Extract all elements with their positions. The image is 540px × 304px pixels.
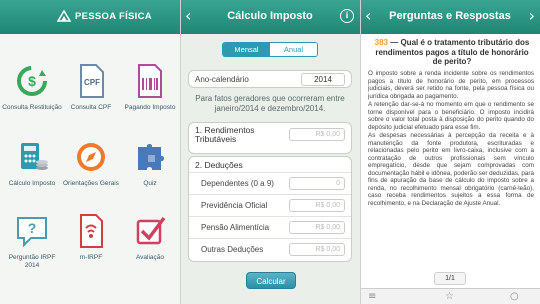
year-row: Ano-calendário 2014 [188, 70, 352, 88]
calc-title: Cálculo Imposto [227, 10, 313, 22]
divider [189, 194, 351, 195]
search-icon[interactable]: ○ [510, 291, 519, 302]
tile-label: Perguntão IRPF 2014 [8, 254, 56, 269]
forward-icon[interactable]: › [529, 6, 535, 25]
svg-text:?: ? [28, 220, 37, 236]
svg-text:CPF: CPF [84, 78, 100, 87]
tile-label: Cálculo Imposto [8, 180, 56, 187]
tile-label: Consulta CPF [70, 104, 112, 111]
divider [189, 238, 351, 239]
cpf-icon: CPF [80, 64, 104, 98]
question-number: 383 [374, 38, 388, 47]
home-header: PESSOA FÍSICA [0, 0, 180, 34]
calcular-button[interactable]: Calcular [246, 272, 296, 289]
tile-perguntao-irpf[interactable]: ? Perguntão IRPF 2014 [2, 212, 62, 270]
divider [189, 172, 351, 173]
page-indicator[interactable]: 1/1 [434, 272, 466, 285]
tile-label: Consulta Restituição [2, 104, 62, 111]
tile-calculo-imposto[interactable]: Cálculo Imposto [2, 138, 62, 188]
calculator-icon [21, 143, 48, 170]
tile-orientacoes-gerais[interactable]: Orientações Gerais [61, 138, 121, 188]
deducoes-box: 2. Deduções Dependentes (0 a 9) 0 Previd… [188, 156, 352, 262]
rendimentos-box: 1. Rendimentos Tributáveis R$ 0,00 [188, 122, 352, 154]
info-icon[interactable]: i [340, 9, 354, 23]
faq-screen: ‹ Perguntas e Respostas › 383 — Qual é o… [360, 0, 540, 304]
answer-paragraph: O imposto sobre a renda incidente sobre … [368, 70, 534, 100]
question-icon: ? [17, 217, 47, 248]
dependentes-input[interactable]: 0 [289, 177, 345, 190]
question-text: — Qual é o tratamento tributário dos ren… [375, 38, 530, 66]
refund-icon: $ [17, 66, 47, 96]
tile-consulta-cpf[interactable]: CPF Consulta CPF [61, 62, 121, 112]
app-logo: PESSOA FÍSICA [57, 10, 152, 22]
tile-label: Avaliação [135, 254, 165, 261]
period-segmented-control: Mensal Anual [222, 42, 318, 57]
section-deducoes-title: 2. Deduções [195, 160, 243, 170]
panel-separator [360, 0, 361, 304]
home-screen: PESSOA FÍSICA $ Consulta Restituição CPF… [0, 0, 180, 304]
faq-title: Perguntas e Respostas [389, 10, 511, 22]
previdencia-input[interactable]: R$ 0,00 [289, 199, 345, 212]
mobile-irpf-icon [80, 214, 103, 248]
tile-label: Quiz [143, 180, 157, 187]
answer-paragraph: A retenção dar-se-á no momento em que o … [368, 101, 534, 131]
tile-quiz[interactable]: Quiz [120, 138, 180, 188]
question: 383 — Qual é o tratamento tributário dos… [370, 38, 534, 67]
compass-icon [77, 143, 105, 171]
tab-mensal[interactable]: Mensal [223, 43, 270, 56]
tile-label: m-IRPF [79, 254, 103, 261]
dependentes-label: Dependentes (0 a 9) [201, 179, 274, 188]
pensao-input[interactable]: R$ 0,00 [289, 221, 345, 234]
tab-anual[interactable]: Anual [270, 43, 317, 56]
answer: O imposto sobre a renda incidente sobre … [368, 70, 534, 208]
calc-screen: ‹ Cálculo Imposto i Mensal Anual Ano-cal… [180, 0, 360, 304]
answer-paragraph: As despesas necessárias à percepção da r… [368, 132, 534, 207]
panel-separator [180, 0, 181, 304]
bottom-toolbar: ≡ ☆ ○ [360, 288, 540, 304]
tile-avaliacao[interactable]: Avaliação [120, 212, 180, 262]
year-label: Ano-calendário [195, 75, 249, 84]
star-icon[interactable]: ☆ [445, 291, 454, 302]
rendimentos-input[interactable]: R$ 0,00 [289, 128, 345, 141]
pensao-label: Pensão Alimentícia [201, 223, 270, 232]
divider [189, 216, 351, 217]
home-title: PESSOA FÍSICA [75, 10, 152, 22]
period-note: Para fatos geradores que ocorreram entre… [195, 94, 345, 113]
year-input[interactable]: 2014 [301, 73, 345, 86]
receita-logo-icon [57, 10, 71, 22]
puzzle-icon [138, 144, 164, 170]
svg-text:$: $ [28, 73, 36, 89]
barcode-icon [138, 64, 162, 98]
calc-header: ‹ Cálculo Imposto i [180, 0, 360, 34]
previdencia-label: Previdência Oficial [201, 201, 268, 210]
outras-input[interactable]: R$ 0,00 [289, 243, 345, 256]
faq-header: ‹ Perguntas e Respostas › [360, 0, 540, 34]
tile-label: Orientações Gerais [63, 180, 119, 187]
list-icon[interactable]: ≡ [368, 291, 376, 302]
tile-consulta-restituicao[interactable]: $ Consulta Restituição [2, 62, 62, 112]
tile-pagando-imposto[interactable]: Pagando Imposto [120, 62, 180, 112]
outras-label: Outras Deduções [201, 245, 264, 254]
tile-m-irpf[interactable]: m-IRPF [61, 212, 121, 262]
section-rendimentos-title: 1. Rendimentos Tributáveis [195, 125, 255, 144]
checkbox-icon [136, 216, 166, 245]
tile-label: Pagando Imposto [124, 104, 176, 111]
